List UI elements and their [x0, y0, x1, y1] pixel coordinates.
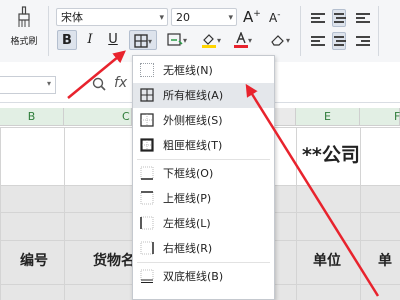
align-left-icon[interactable]: [311, 34, 325, 48]
menu-item-label: 下框线(O): [163, 167, 214, 180]
chevron-down-icon: ▾: [228, 13, 233, 23]
brush-icon: [18, 6, 30, 27]
merge-cells-button[interactable]: ▾: [164, 30, 190, 50]
font-color-icon: [233, 30, 248, 48]
italic-button[interactable]: I: [80, 30, 100, 50]
column-header[interactable]: C: [64, 108, 132, 126]
format-painter-button[interactable]: 格式刷: [6, 6, 42, 47]
font-name-select[interactable]: 宋体 ▾: [56, 8, 168, 26]
thick-box-border-icon: [140, 138, 154, 152]
grid-line: [360, 127, 361, 300]
menu-item-label: 上框线(P): [163, 192, 212, 205]
menu-item-bottom-border[interactable]: 下框线(O): [133, 161, 274, 186]
bottom-border-icon: [140, 166, 154, 180]
ribbon-separator: [48, 6, 49, 56]
left-border-icon: [140, 216, 154, 230]
align-bottom-icon[interactable]: [356, 11, 370, 25]
ribbon-separator: [378, 6, 379, 56]
column-label: C: [122, 110, 130, 123]
menu-item-thick-box-border[interactable]: 粗匣框线(T): [133, 133, 274, 158]
fill-color-button[interactable]: ▾: [198, 30, 224, 50]
name-box[interactable]: ▾: [0, 76, 56, 94]
chevron-down-icon: ▾: [247, 36, 252, 45]
all-borders-icon: [134, 33, 148, 48]
grid-line: [0, 127, 1, 300]
fx-icon[interactable]: fx: [114, 75, 127, 91]
right-border-icon: [140, 241, 154, 255]
align-top-icon[interactable]: [311, 11, 325, 25]
no-border-icon: [140, 63, 154, 77]
menu-item-label: 双底框线(B): [163, 270, 224, 283]
format-painter-label: 格式刷: [10, 37, 38, 47]
font-color-button[interactable]: ▾: [230, 30, 256, 50]
align-middle-icon[interactable]: [332, 9, 346, 27]
column-header[interactable]: [275, 108, 296, 126]
eraser-icon: [271, 34, 284, 46]
column-label: F: [394, 110, 400, 123]
chevron-down-icon: ▾: [216, 36, 221, 45]
borders-dropdown-menu: 无框线(N) 所有框线(A) 外侧框线(S) 粗匣框线(T) 下框线(O) 上框…: [132, 55, 275, 300]
borders-button[interactable]: ▾: [129, 30, 157, 50]
ribbon-toolbar: 格式刷 宋体 ▾ 20 ▾ A+ A- B I U ▾ ▾ ▾ ▾ ▾: [0, 0, 400, 63]
column-label: B: [27, 110, 36, 123]
menu-item-no-border[interactable]: 无框线(N): [133, 58, 274, 83]
font-name-value: 宋体: [61, 11, 83, 24]
font-size-select[interactable]: 20 ▾: [171, 8, 237, 26]
menu-item-label: 左框线(L): [163, 217, 211, 230]
menu-item-left-border[interactable]: 左框线(L): [133, 211, 274, 236]
chevron-down-icon: ▾: [46, 79, 51, 88]
align-right-icon[interactable]: [356, 34, 370, 48]
menu-item-all-borders[interactable]: 所有框线(A): [133, 83, 274, 108]
menu-separator: [137, 262, 270, 263]
align-center-icon[interactable]: [332, 32, 346, 50]
bold-button[interactable]: B: [57, 30, 77, 50]
ribbon-separator: [300, 6, 301, 56]
menu-separator: [137, 159, 270, 160]
table-header-cell: 编号: [20, 253, 48, 269]
column-header[interactable]: B: [0, 108, 64, 126]
shrink-font-button[interactable]: A-: [269, 10, 280, 25]
chevron-down-icon: ▾: [182, 36, 187, 45]
top-border-icon: [140, 191, 154, 205]
double-bottom-border-icon: [140, 269, 154, 283]
column-header[interactable]: E: [296, 108, 360, 126]
menu-item-outside-borders[interactable]: 外侧框线(S): [133, 108, 274, 133]
menu-item-label: 所有框线(A): [163, 89, 224, 102]
menu-item-label: 外侧框线(S): [163, 114, 223, 127]
clear-button[interactable]: ▾: [266, 30, 294, 50]
font-size-value: 20: [176, 11, 190, 24]
paint-bucket-icon: [201, 33, 216, 48]
column-header[interactable]: F: [360, 108, 400, 126]
merge-cells-icon: [167, 32, 183, 46]
outside-borders-icon: [140, 113, 154, 127]
table-header-cell: 单位: [313, 253, 341, 269]
chevron-down-icon: ▾: [159, 13, 164, 23]
grid-line: [64, 127, 65, 300]
magnifier-icon[interactable]: [92, 77, 106, 91]
chevron-down-icon: ▾: [285, 36, 290, 45]
all-borders-icon: [140, 88, 154, 102]
chevron-down-icon: ▾: [147, 37, 152, 46]
menu-item-right-border[interactable]: 右框线(R): [133, 236, 274, 261]
table-header-cell: 货物名: [93, 253, 135, 269]
menu-item-top-border[interactable]: 上框线(P): [133, 186, 274, 211]
menu-item-label: 无框线(N): [163, 64, 213, 77]
menu-item-label: 右框线(R): [163, 242, 213, 255]
sheet-title: **公司: [302, 144, 360, 166]
grid-line: [296, 127, 297, 300]
column-label: E: [324, 110, 331, 123]
table-header-cell: 单: [378, 253, 392, 269]
menu-item-label: 粗匣框线(T): [163, 139, 223, 152]
menu-item-double-bottom-border[interactable]: 双底框线(B): [133, 264, 274, 289]
grow-font-button[interactable]: A+: [243, 8, 261, 26]
underline-button[interactable]: U: [103, 30, 123, 50]
